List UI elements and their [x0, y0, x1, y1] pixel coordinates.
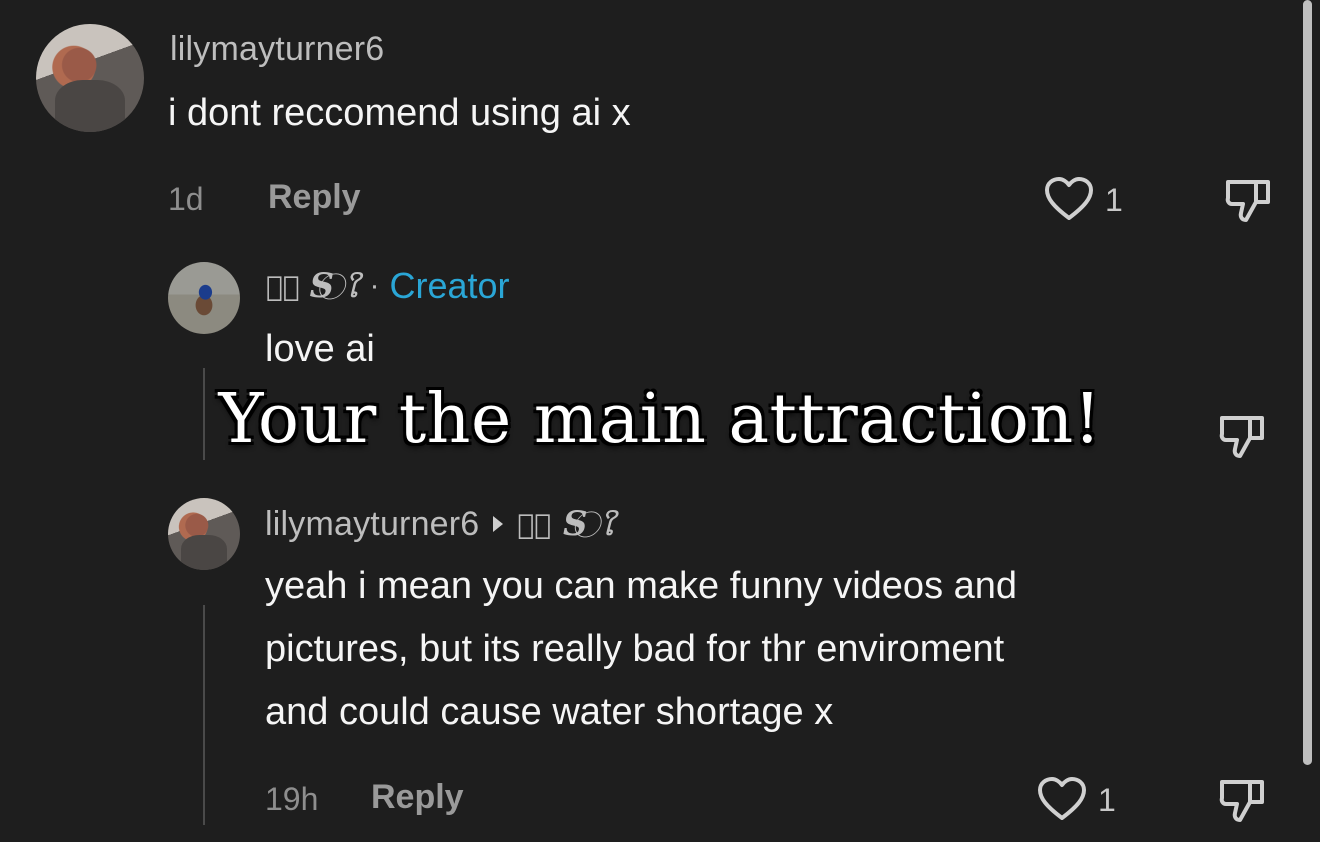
caret-right-icon: [493, 516, 504, 532]
comment-text-line: yeah i mean you can make funny videos an…: [265, 565, 1018, 607]
video-caption-overlay: Your the main attraction!: [218, 380, 1102, 459]
comment-text-line: pictures, but its really bad for thr env…: [265, 628, 1005, 670]
thumbs-down-icon[interactable]: [1222, 176, 1274, 224]
username-decoration: ⃝ໃ: [344, 271, 360, 304]
avatar[interactable]: [168, 498, 240, 570]
reply-button[interactable]: Reply: [371, 778, 464, 817]
heart-outline-icon[interactable]: [1043, 176, 1095, 222]
creator-badge: Creator: [389, 265, 510, 306]
thumbs-down-icon[interactable]: [1216, 776, 1268, 824]
comment-text: love ai: [265, 328, 375, 370]
username-decoration: ঌ⃝: [517, 507, 552, 541]
avatar[interactable]: [168, 262, 240, 334]
reply-to-username: S: [563, 504, 588, 544]
comment-text: yeah i mean you can make funny videos an…: [265, 555, 1017, 744]
avatar[interactable]: [36, 24, 144, 132]
comment-text-line: and could cause water shortage x: [265, 691, 834, 733]
like-count: 1: [1105, 182, 1123, 218]
like-count: 1: [1098, 782, 1116, 818]
heart-outline-icon[interactable]: [1036, 776, 1088, 822]
comment-username[interactable]: lilymayturner6: [170, 30, 384, 69]
comment-username: lilymayturner6: [265, 504, 480, 543]
comment-username: S: [309, 266, 335, 306]
separator-dot: ·: [369, 269, 380, 302]
username-decoration: ঌ⃝: [266, 269, 300, 303]
comment-timestamp: 1d: [168, 181, 204, 217]
creator-username-row[interactable]: ঌ⃝ S ⃝ໃ · Creator: [266, 264, 510, 308]
reply-username-row[interactable]: lilymayturner6 ঌ⃝ S ⃝ໃ: [265, 502, 615, 546]
username-decoration: ⃝ໃ: [599, 509, 615, 542]
comment-text: i dont reccomend using ai x: [168, 92, 631, 134]
comment-timestamp: 19h: [265, 781, 319, 817]
reply-button[interactable]: Reply: [268, 178, 361, 217]
thread-line: [203, 605, 205, 825]
